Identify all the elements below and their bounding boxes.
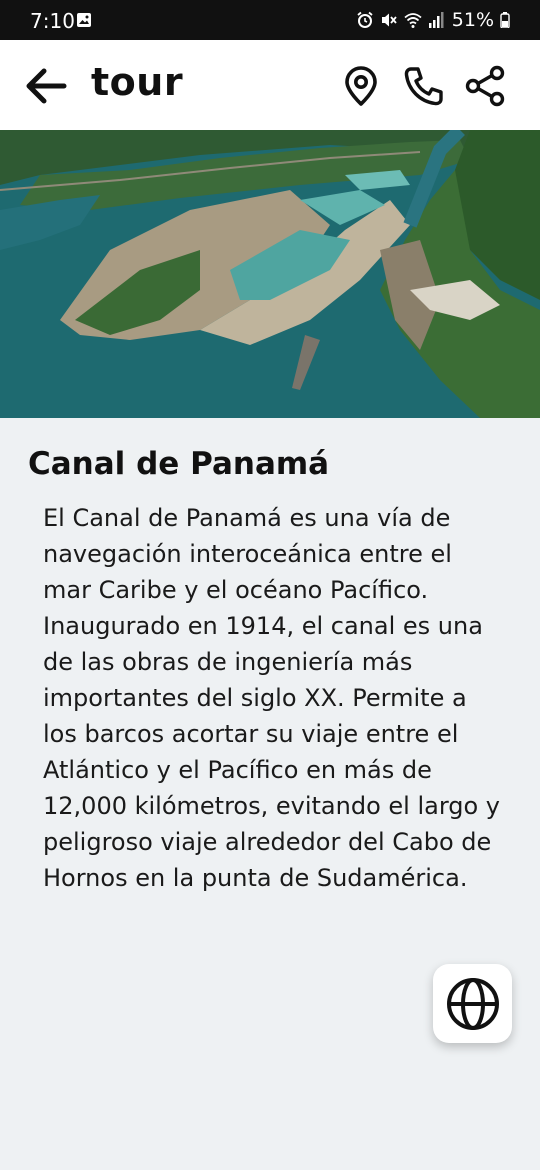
status-bar: 7:10 51% [0, 0, 540, 40]
arrow-left-icon[interactable] [22, 62, 70, 110]
status-icons: 51% [356, 9, 510, 31]
article-description: El Canal de Panamá es una vía de navegac… [43, 504, 501, 892]
page-title: tour [91, 60, 184, 104]
article-title: Canal de Panamá [28, 446, 330, 482]
globe-button[interactable] [433, 964, 512, 1043]
location-pin-icon[interactable] [339, 64, 383, 108]
signal-icon [428, 12, 444, 28]
battery-percent: 51% [451, 9, 494, 31]
globe-icon [446, 977, 499, 1030]
battery-icon [500, 12, 510, 28]
alarm-icon [357, 11, 373, 28]
status-time: 7:10 [30, 9, 75, 33]
mute-icon [381, 13, 397, 27]
phone-icon[interactable] [402, 64, 446, 108]
gallery-icon [77, 13, 91, 27]
hero-image [0, 130, 540, 418]
panama-canal-aerial-image [0, 130, 540, 418]
app-bar: tour [0, 40, 540, 130]
wifi-icon [404, 13, 422, 28]
share-icon[interactable] [463, 64, 507, 108]
